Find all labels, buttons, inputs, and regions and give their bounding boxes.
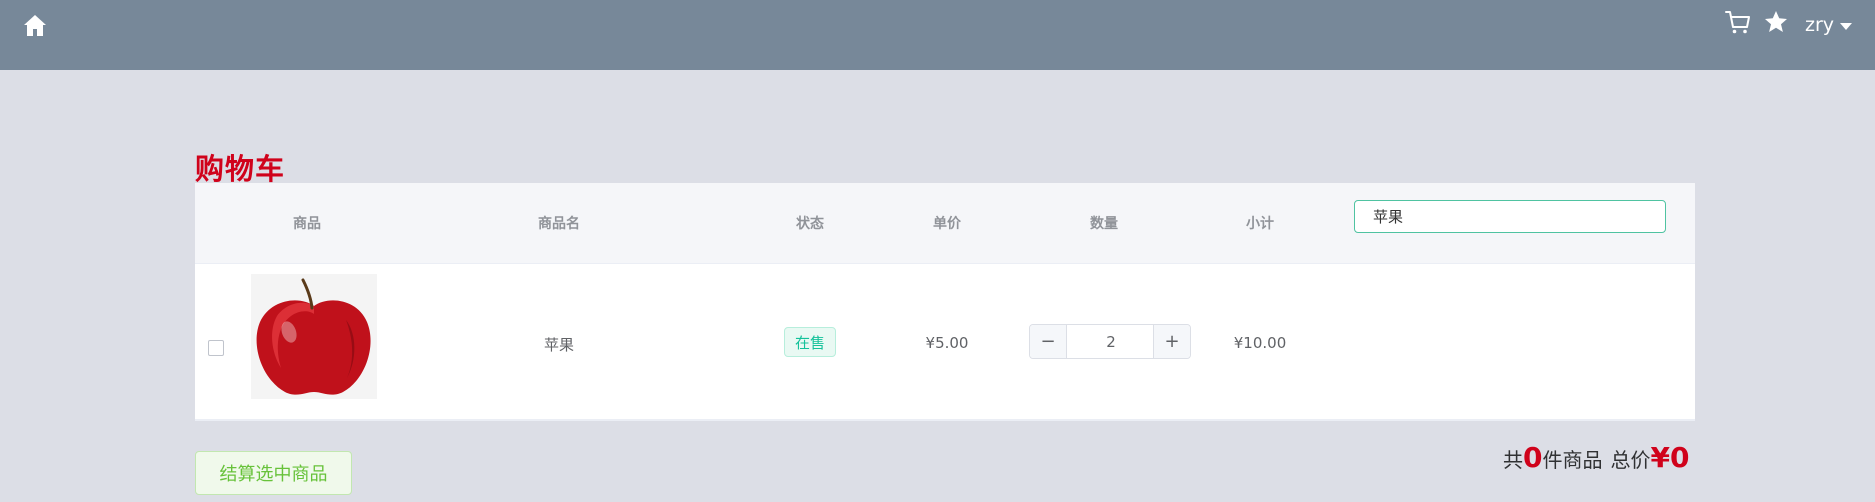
cart-icon[interactable] bbox=[1724, 8, 1752, 36]
column-header-subtotal: 小计 bbox=[1246, 216, 1274, 232]
product-name: 苹果 bbox=[543, 336, 575, 354]
caret-down-icon bbox=[1840, 22, 1853, 30]
selected-item-count: 0 bbox=[1523, 441, 1543, 474]
decrease-quantity-button[interactable]: − bbox=[1030, 325, 1067, 358]
column-header-product: 商品 bbox=[293, 216, 321, 232]
cart-table: 商品 商品名 状态 单价 数量 小计 苹果 在售 ¥5.00 − 2 + ¥10… bbox=[195, 183, 1695, 421]
column-header-status: 状态 bbox=[796, 216, 824, 232]
summary-total-label: 总价 bbox=[1610, 448, 1651, 472]
cart-summary: 共 0 件商品 总价 ¥0 bbox=[1503, 441, 1689, 481]
checkout-selected-button[interactable]: 结算选中商品 bbox=[195, 451, 352, 495]
star-icon[interactable] bbox=[1763, 9, 1789, 35]
table-header: 商品 商品名 状态 单价 数量 小计 bbox=[195, 183, 1695, 264]
top-navbar: zry bbox=[0, 0, 1875, 70]
column-header-product-name: 商品名 bbox=[538, 216, 580, 232]
total-price: ¥0 bbox=[1650, 441, 1690, 474]
red-apple-image bbox=[251, 274, 377, 399]
summary-count-suffix: 件商品 bbox=[1542, 448, 1603, 472]
quantity-value[interactable]: 2 bbox=[1067, 325, 1155, 358]
summary-prefix: 共 bbox=[1503, 448, 1523, 472]
page-title: 购物车 bbox=[195, 152, 286, 186]
increase-quantity-button[interactable]: + bbox=[1153, 325, 1190, 358]
table-row: 苹果 在售 ¥5.00 − 2 + ¥10.00 bbox=[195, 264, 1695, 421]
quantity-stepper: − 2 + bbox=[1029, 324, 1191, 359]
column-header-unit-price: 单价 bbox=[933, 216, 961, 232]
username-label: zry bbox=[1805, 14, 1835, 36]
search-input[interactable] bbox=[1354, 200, 1666, 233]
column-header-quantity: 数量 bbox=[1090, 216, 1118, 232]
row-select-checkbox[interactable] bbox=[208, 340, 224, 356]
subtotal-value: ¥10.00 bbox=[1233, 334, 1287, 352]
user-menu-dropdown[interactable]: zry bbox=[1805, 12, 1853, 38]
home-icon[interactable] bbox=[22, 12, 48, 38]
unit-price: ¥5.00 bbox=[925, 334, 969, 352]
status-badge: 在售 bbox=[784, 327, 836, 357]
